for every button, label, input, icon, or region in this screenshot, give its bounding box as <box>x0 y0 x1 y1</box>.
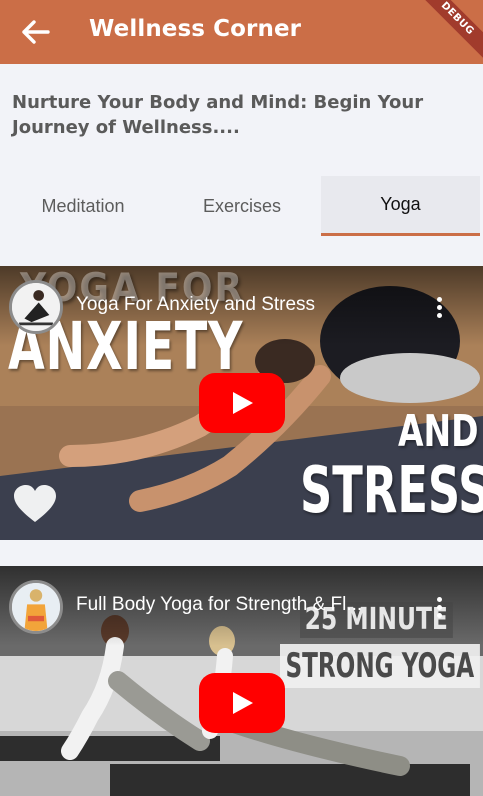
thumbnail-text: STRESS <box>300 454 483 528</box>
app-bar: Wellness Corner DEBUG <box>0 0 483 64</box>
video-player[interactable]: 25 MINUTE STRONG YOGA Full Body Yoga for… <box>0 566 483 796</box>
play-icon <box>233 692 253 714</box>
page-title: Wellness Corner <box>89 16 302 42</box>
channel-avatar[interactable] <box>9 280 63 334</box>
avatar-image <box>12 583 60 631</box>
arrow-left-icon <box>22 20 50 44</box>
tab-yoga[interactable]: Yoga <box>321 176 480 236</box>
thumbnail-text: AND <box>398 406 479 457</box>
tab-exercises[interactable]: Exercises <box>160 176 324 236</box>
debug-banner: DEBUG <box>415 0 483 61</box>
kebab-dot <box>436 304 442 310</box>
heart-logo-icon <box>14 485 56 522</box>
avatar-image <box>12 283 60 331</box>
thumbnail-text: STRONG YOGA <box>280 644 480 688</box>
video-title[interactable]: Yoga For Anxiety and Stress <box>76 294 426 316</box>
kebab-dot <box>436 312 442 318</box>
more-options-button[interactable] <box>427 592 451 622</box>
more-options-button[interactable] <box>427 292 451 322</box>
intro-text: Nurture Your Body and Mind: Begin Your J… <box>12 92 424 138</box>
play-button[interactable] <box>199 673 285 733</box>
play-button[interactable] <box>199 373 285 433</box>
channel-avatar[interactable] <box>9 580 63 634</box>
tab-meditation[interactable]: Meditation <box>0 176 166 236</box>
tab-bar: Meditation Exercises Yoga <box>0 176 483 236</box>
kebab-dot <box>436 612 442 618</box>
play-icon <box>233 392 253 414</box>
video-player[interactable]: YOGA FOR ANXIETY AND STRESS Yoga For Anx… <box>0 266 483 540</box>
kebab-dot <box>436 296 442 302</box>
kebab-dot <box>436 596 442 602</box>
video-title[interactable]: Full Body Yoga for Strength & Fl... <box>76 594 426 616</box>
back-button[interactable] <box>18 14 54 50</box>
kebab-dot <box>436 604 442 610</box>
